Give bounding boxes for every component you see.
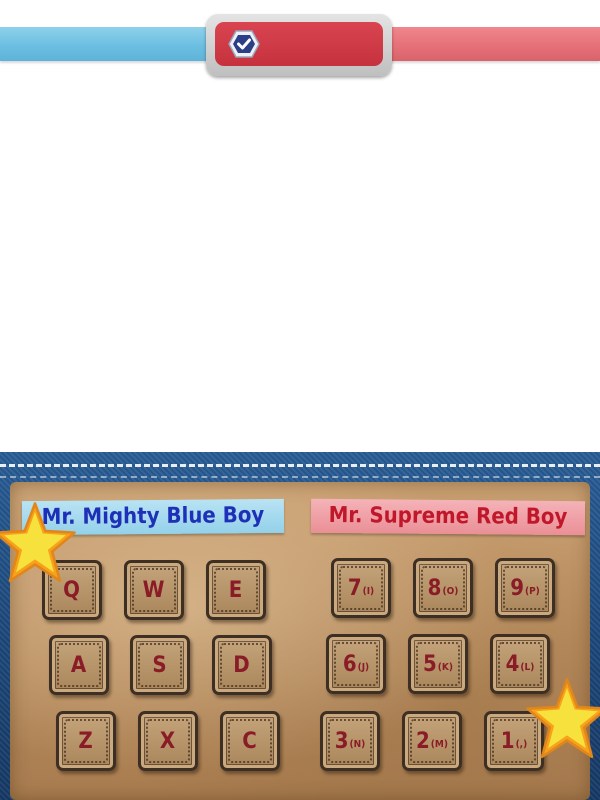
key-label: C (242, 728, 257, 754)
key-button-6[interactable]: 6 (J) (326, 634, 386, 694)
key-label: Z (78, 728, 93, 754)
key-button-7[interactable]: 7 (I) (331, 558, 391, 618)
key-label: A (70, 652, 87, 678)
key-button-z[interactable]: Z (56, 711, 116, 771)
key-label: W (142, 577, 165, 603)
key-button-1[interactable]: 1 (,) (484, 711, 544, 771)
key-button-9[interactable]: 9 (P) (495, 558, 555, 618)
status-bar (0, 0, 600, 80)
player-label-red: Mr. Supreme Red Boy (310, 498, 586, 536)
key-label: S (152, 652, 167, 678)
key-label: E (228, 577, 243, 603)
key-button-3[interactable]: 3 (N) (320, 711, 380, 771)
key-button-a[interactable]: A (49, 635, 109, 695)
key-button-w[interactable]: W (124, 560, 184, 620)
stitch-seam-secondary (0, 476, 600, 478)
center-badge (206, 14, 392, 76)
key-label: 5 (K) (423, 651, 453, 677)
key-label: D (233, 652, 250, 678)
key-button-d[interactable]: D (212, 635, 272, 695)
key-label: 9 (P) (510, 575, 540, 601)
key-button-s[interactable]: S (130, 635, 190, 695)
key-label: 2 (M) (416, 728, 448, 754)
key-button-8[interactable]: 8 (O) (413, 558, 473, 618)
key-button-c[interactable]: C (220, 711, 280, 771)
stitch-seam (0, 464, 600, 467)
key-button-2[interactable]: 2 (M) (402, 711, 462, 771)
badge-panel (215, 22, 383, 66)
key-label: 6 (J) (342, 651, 370, 677)
key-label: 1 (,) (500, 728, 528, 754)
key-button-4[interactable]: 4 (L) (490, 634, 550, 694)
key-label: X (159, 728, 176, 754)
red-tape-bar (378, 27, 600, 61)
key-button-x[interactable]: X (138, 711, 198, 771)
check-hexagon-icon[interactable] (228, 28, 260, 60)
key-label: 7 (I) (347, 575, 375, 601)
key-label: 8 (O) (427, 575, 459, 601)
key-button-5[interactable]: 5 (K) (408, 634, 468, 694)
key-label: Q (63, 577, 80, 603)
key-label: 4 (L) (505, 651, 535, 677)
blue-tape-bar (0, 27, 220, 61)
key-label: 3 (N) (334, 728, 366, 754)
key-button-q[interactable]: Q (42, 560, 102, 620)
key-button-e[interactable]: E (206, 560, 266, 620)
